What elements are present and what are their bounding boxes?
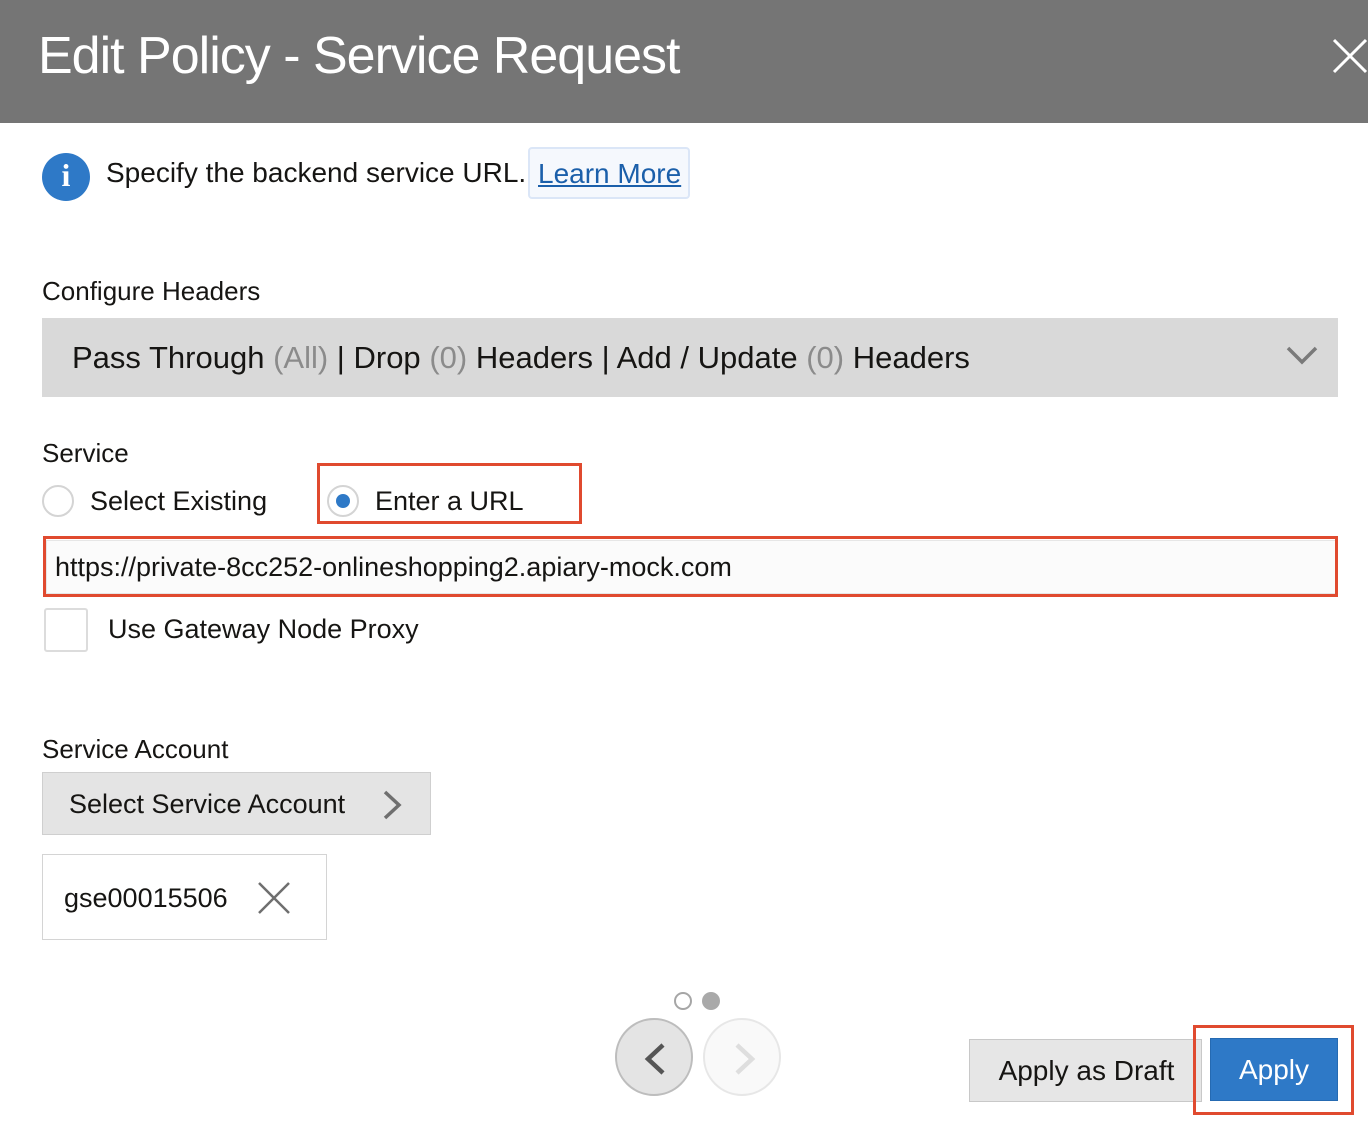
- previous-page-button[interactable]: [615, 1018, 693, 1096]
- info-message: Specify the backend service URL.: [106, 157, 527, 188]
- chevron-down-icon[interactable]: [1284, 338, 1320, 374]
- gateway-proxy-checkbox[interactable]: [44, 608, 88, 652]
- service-label: Service: [42, 438, 129, 468]
- highlight-url-input: [43, 536, 1338, 597]
- gateway-proxy-label[interactable]: Use Gateway Node Proxy: [108, 614, 419, 645]
- chevron-left-icon: [644, 1043, 665, 1075]
- info-icon: i: [42, 153, 90, 201]
- chevron-right-icon: [383, 790, 402, 820]
- service-account-label: Service Account: [42, 734, 229, 764]
- close-icon[interactable]: [1330, 36, 1368, 76]
- highlight-enter-url: [317, 463, 582, 524]
- pager-dot-1[interactable]: [674, 992, 692, 1010]
- radio-select-existing[interactable]: [42, 485, 74, 517]
- next-page-button[interactable]: [703, 1018, 781, 1096]
- select-service-account-button[interactable]: Select Service Account: [42, 772, 431, 835]
- selected-service-account: gse00015506: [42, 854, 327, 940]
- dialog-title: Edit Policy - Service Request: [38, 27, 680, 85]
- highlight-apply: [1193, 1025, 1354, 1115]
- configure-headers-dropdown[interactable]: Pass Through (All) | Drop (0) Headers | …: [42, 318, 1338, 397]
- configure-headers-label: Configure Headers: [42, 276, 261, 306]
- pager-dot-2[interactable]: [702, 992, 720, 1010]
- headers-summary: Pass Through (All) | Drop (0) Headers | …: [72, 340, 970, 375]
- dialog-header: Edit Policy - Service Request: [0, 0, 1368, 123]
- remove-icon[interactable]: [255, 879, 293, 917]
- apply-as-draft-button[interactable]: Apply as Draft: [969, 1039, 1202, 1102]
- learn-more-link[interactable]: Learn More: [528, 147, 690, 199]
- radio-select-existing-label[interactable]: Select Existing: [90, 486, 267, 517]
- chevron-right-icon: [735, 1043, 756, 1075]
